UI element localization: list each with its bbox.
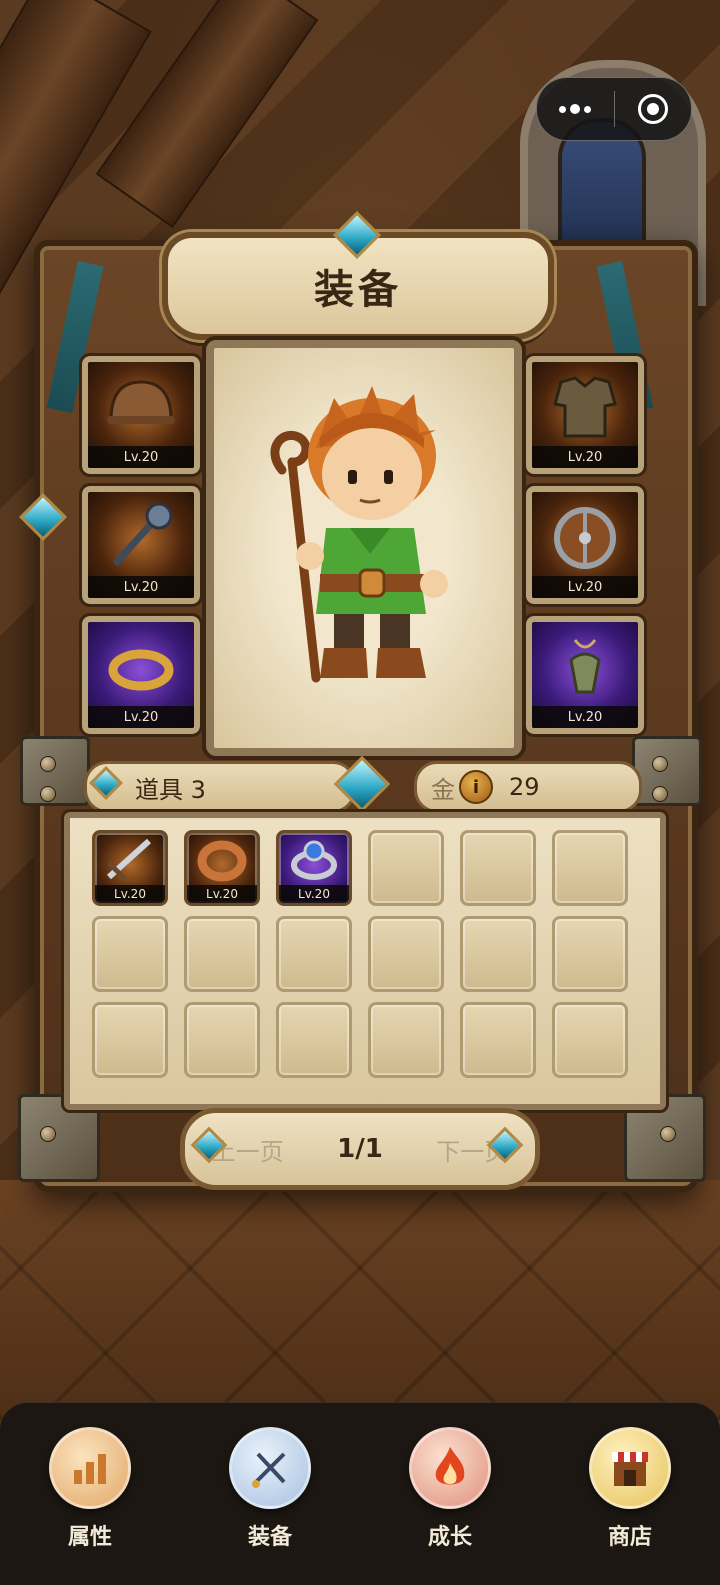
hero-character-icon bbox=[270, 386, 448, 683]
inventory-info-bar: 道具 3 金 i 29 bbox=[84, 755, 644, 813]
nav-shop[interactable]: 商店 bbox=[540, 1403, 720, 1585]
close-button[interactable] bbox=[615, 78, 692, 140]
bag-empty-cell[interactable] bbox=[184, 916, 260, 992]
sword-icon bbox=[106, 838, 152, 881]
bag-empty-cell[interactable] bbox=[368, 1002, 444, 1078]
coin-icon: i bbox=[459, 770, 493, 804]
items-count-pill: 道具 3 bbox=[84, 761, 356, 813]
nav-equipment[interactable]: 装备 bbox=[180, 1403, 360, 1585]
gold-value: 29 bbox=[509, 773, 540, 801]
nav-attributes[interactable]: 属性 bbox=[0, 1403, 180, 1585]
bottom-nav: 属性 装备 成长 商店 bbox=[0, 1402, 720, 1585]
miniprogram-capsule bbox=[536, 77, 692, 141]
level-label: Lv.20 bbox=[532, 706, 638, 728]
bag-empty-cell[interactable] bbox=[460, 916, 536, 992]
bag-empty-cell[interactable] bbox=[368, 830, 444, 906]
items-count-label: 道具 3 bbox=[135, 775, 206, 804]
helmet-icon bbox=[107, 380, 175, 424]
bag-empty-cell[interactable] bbox=[276, 916, 352, 992]
bag-empty-cell[interactable] bbox=[552, 916, 628, 992]
level-label: Lv.20 bbox=[532, 576, 638, 598]
page-indicator: 1/1 bbox=[337, 1134, 383, 1164]
slot-armor[interactable]: Lv.20 bbox=[523, 353, 647, 477]
pagination: 上一页 1/1 下一页 bbox=[180, 1108, 540, 1190]
nav-label: 属性 bbox=[67, 1525, 112, 1550]
level-label: Lv.20 bbox=[88, 706, 194, 728]
shield-icon bbox=[554, 507, 616, 569]
level-label: Lv.20 bbox=[532, 446, 638, 468]
more-dots-icon bbox=[559, 104, 592, 114]
bag-empty-cell[interactable] bbox=[460, 830, 536, 906]
amulet-icon bbox=[569, 639, 601, 694]
nav-growth[interactable]: 成长 bbox=[360, 1403, 540, 1585]
nav-label: 成长 bbox=[427, 1525, 472, 1550]
slot-amulet[interactable]: Lv.20 bbox=[523, 613, 647, 737]
sword-icon bbox=[229, 1427, 311, 1509]
bag-empty-cell[interactable] bbox=[276, 1002, 352, 1078]
target-circle-icon bbox=[637, 94, 668, 124]
flame-icon bbox=[409, 1427, 491, 1509]
level-label: Lv.20 bbox=[187, 885, 257, 903]
floor bbox=[0, 1180, 720, 1420]
bag-empty-cell[interactable] bbox=[460, 1002, 536, 1078]
page-title: 装备 bbox=[314, 267, 402, 313]
gold-prefix: 金 bbox=[431, 775, 455, 804]
gold-pill: 金 i 29 bbox=[414, 761, 642, 813]
bag-empty-cell[interactable] bbox=[92, 1002, 168, 1078]
level-label: Lv.20 bbox=[279, 885, 349, 903]
mace-icon bbox=[112, 502, 173, 567]
bag-empty-cell[interactable] bbox=[184, 1002, 260, 1078]
bag-empty-cell[interactable] bbox=[552, 830, 628, 906]
level-label: Lv.20 bbox=[88, 446, 194, 468]
slot-shield[interactable]: Lv.20 bbox=[523, 483, 647, 607]
shop-icon bbox=[589, 1427, 671, 1509]
level-label: Lv.20 bbox=[88, 576, 194, 598]
inventory-grid: Lv.20 Lv.20 Lv.20 bbox=[61, 809, 669, 1113]
bar-chart-icon bbox=[49, 1427, 131, 1509]
slot-ring[interactable]: Lv.20 bbox=[79, 613, 203, 737]
bag-item-ring-blue[interactable]: Lv.20 bbox=[276, 830, 352, 906]
ring-icon bbox=[108, 649, 174, 691]
bag-empty-cell[interactable] bbox=[92, 916, 168, 992]
bag-item-ring-copper[interactable]: Lv.20 bbox=[184, 830, 260, 906]
armor-icon bbox=[553, 376, 617, 438]
gem-ring-icon bbox=[291, 840, 337, 880]
slot-helmet[interactable]: Lv.20 bbox=[79, 353, 203, 477]
slot-weapon[interactable]: Lv.20 bbox=[79, 483, 203, 607]
ring-icon bbox=[197, 840, 247, 882]
level-label: Lv.20 bbox=[95, 885, 165, 903]
more-button[interactable] bbox=[537, 78, 614, 140]
nav-label: 商店 bbox=[607, 1525, 652, 1550]
bag-empty-cell[interactable] bbox=[368, 916, 444, 992]
character-portrait bbox=[202, 336, 526, 760]
nav-label: 装备 bbox=[247, 1525, 292, 1550]
bag-empty-cell[interactable] bbox=[552, 1002, 628, 1078]
bag-item-sword[interactable]: Lv.20 bbox=[92, 830, 168, 906]
